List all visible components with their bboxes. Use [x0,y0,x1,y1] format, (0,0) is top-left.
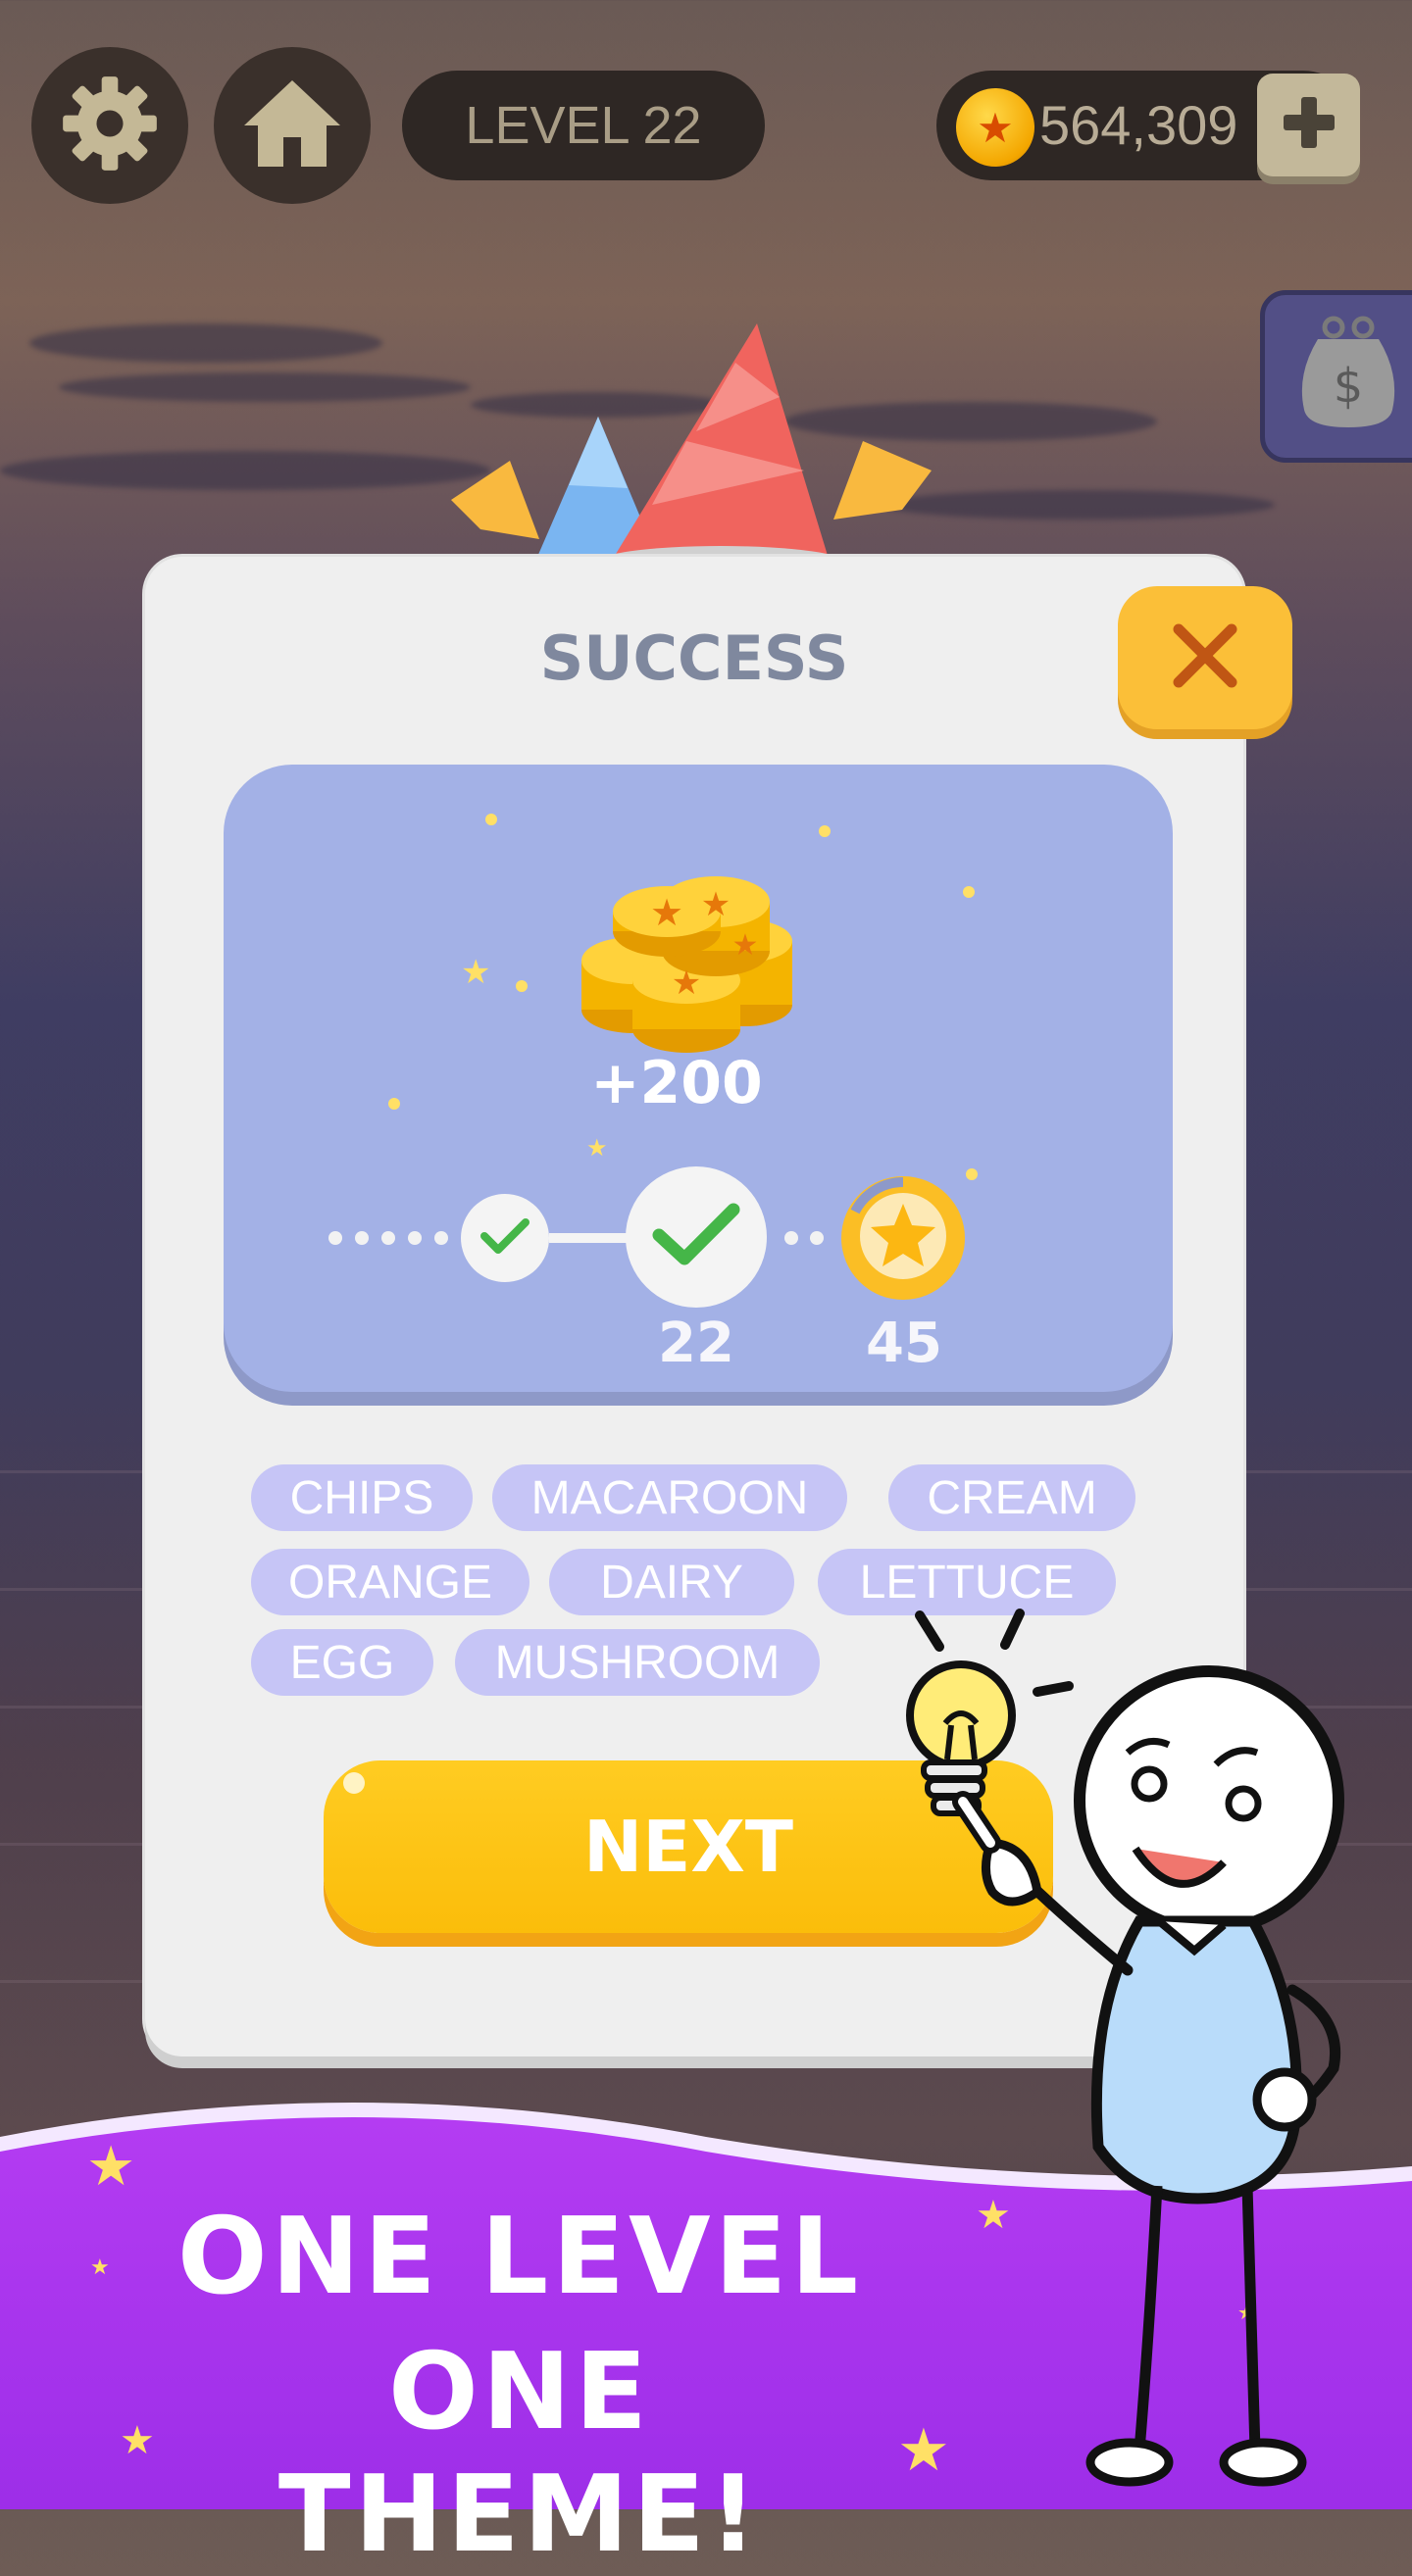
reward-amount: +200 [590,1049,763,1117]
word-chip: DAIRY [549,1549,794,1615]
svg-text:★: ★ [701,885,731,924]
svg-text:$: $ [1334,359,1364,414]
sparkle [963,886,975,898]
word-chip: MACAROON [492,1464,847,1531]
progress-connector [549,1233,637,1243]
home-button[interactable] [214,47,371,204]
sparkle [819,825,831,837]
progress-dot [381,1231,395,1245]
gear-icon [59,73,161,179]
progress-dot [328,1231,342,1245]
svg-text:★: ★ [732,928,759,963]
coin-balance: 564,309 [1039,94,1238,156]
check-icon [479,1214,531,1263]
progress-dot [355,1231,369,1245]
word-chip: CREAM [888,1464,1135,1531]
level-indicator: LEVEL 22 [402,71,765,180]
settings-button[interactable] [31,47,188,204]
progress-dot [434,1231,448,1245]
check-icon [649,1198,743,1277]
dialog-title: SUCCESS [539,622,849,694]
button-shine [343,1772,365,1794]
banner-star: ★ [90,2254,110,2279]
banner-headline-line1: ONE LEVEL [176,2196,863,2318]
sparkle-star: ★ [461,954,491,991]
milestone-level-number: 45 [866,1312,942,1375]
party-hats-decoration [441,314,941,588]
sparkle [485,814,497,825]
money-bag-icon: $ [1294,316,1402,438]
shop-button[interactable]: $ [1260,290,1412,463]
banner-headline-line2: ONE THEME! [277,2331,762,2576]
close-button[interactable] [1118,586,1292,729]
svg-text:★: ★ [672,964,701,1003]
add-coins-button[interactable] [1257,74,1360,176]
banner-star: ★ [86,2135,136,2197]
home-icon [238,74,346,177]
word-chip: MUSHROOM [455,1629,820,1696]
word-chip: CHIPS [251,1464,473,1531]
sparkle [966,1168,978,1180]
current-level-number: 22 [658,1312,734,1375]
background-cloud [0,451,490,490]
progress-node-milestone [841,1176,965,1300]
background-cloud [59,372,471,402]
coin-stack-icon: ★ ★ ★ ★ [574,863,799,1059]
progress-node-current [626,1166,767,1308]
sparkle [516,980,528,992]
mascot-character [882,1598,1392,2509]
coin-icon: ★ [956,88,1034,167]
progress-dot [810,1231,824,1245]
sparkle [388,1098,400,1110]
background-cloud [882,490,1275,520]
progress-node-completed [461,1194,549,1282]
svg-text:★: ★ [650,891,683,934]
progress-dot [408,1231,422,1245]
progress-dot [784,1231,798,1245]
background-cloud [29,323,382,363]
close-icon [1171,621,1239,695]
word-chip: ORANGE [251,1549,530,1615]
sparkle-star: ★ [586,1135,608,1162]
plus-icon [1280,93,1338,157]
word-chip: EGG [251,1629,433,1696]
star-icon [841,1174,965,1303]
